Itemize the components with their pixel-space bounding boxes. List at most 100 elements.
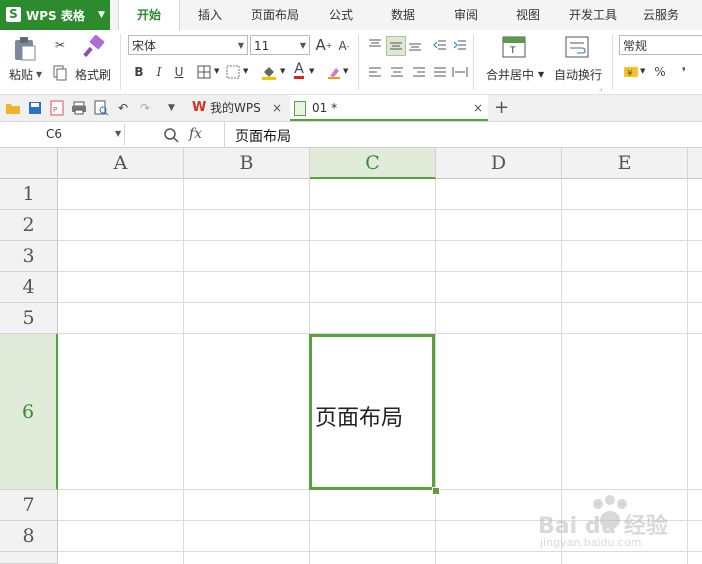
app-menu-button[interactable]: S WPS 表格 ▼ [0,0,110,30]
italic-button[interactable]: I [150,63,168,81]
tab-my-wps[interactable]: W 我的WPS × [186,95,291,121]
tab-developer[interactable]: 开发工具 [562,0,624,30]
row-header-1[interactable]: 1 [0,179,58,210]
ribbon-divider [358,34,359,90]
column-header-e[interactable]: E [562,148,688,179]
merge-center-icon[interactable]: T [502,36,526,60]
tab-view[interactable]: 视图 [505,0,551,30]
zoom-search-icon[interactable] [162,126,180,144]
new-tab-icon[interactable]: + [494,96,509,120]
fill-pattern-icon[interactable] [224,63,242,81]
chevron-down-icon[interactable]: ▼ [280,67,285,75]
decrease-font-icon[interactable]: A- [335,37,353,55]
tab-insert[interactable]: 插入 [187,0,233,30]
svg-text:T: T [509,46,516,56]
font-color-icon[interactable]: A [290,61,308,79]
save-icon[interactable] [26,99,44,117]
chevron-down-icon[interactable]: ▼ [538,70,544,79]
row-header-5[interactable]: 5 [0,303,58,334]
tab-cloud-services[interactable]: 云服务 [636,0,686,30]
cut-icon[interactable]: ✂ [51,36,69,54]
chevron-down-icon[interactable]: ▼ [640,67,645,75]
tab-page-layout[interactable]: 页面布局 [244,0,306,30]
tab-home[interactable]: 开始 [118,0,180,31]
row-header-6[interactable]: 6 [0,334,58,490]
name-box[interactable]: C6 ▼ [0,124,125,145]
row-header-3[interactable]: 3 [0,241,58,272]
increase-font-icon[interactable]: A + [315,36,333,54]
row-header-4[interactable]: 4 [0,272,58,303]
number-format-select[interactable]: 常规 [619,35,702,55]
align-bottom-icon[interactable] [406,36,424,54]
chevron-down-icon[interactable]: ▼ [309,67,314,75]
chevron-down-icon[interactable]: ▼ [36,70,42,79]
print-preview-icon[interactable] [92,99,110,117]
currency-format-icon[interactable]: ¥ [622,63,640,81]
align-left-icon[interactable] [366,63,384,81]
chevron-down-icon: ▼ [237,41,244,50]
close-icon[interactable]: × [473,95,483,121]
decrease-indent-icon[interactable] [431,36,449,54]
font-name-select[interactable]: 宋体 ▼ [128,35,248,55]
tab-data[interactable]: 数据 [380,0,426,30]
paste-icon[interactable] [12,36,38,62]
fill-color-icon[interactable] [260,63,278,81]
grid-line [183,179,184,564]
doc-tab-label: 我的WPS [210,101,261,115]
align-middle-icon[interactable] [386,36,406,56]
chevron-down-icon[interactable]: ▼ [168,103,175,113]
chevron-down-icon[interactable]: ▼ [343,67,348,75]
underline-button[interactable]: U [170,63,188,81]
format-painter-button[interactable]: 格式刷 [75,66,111,83]
wrap-text-button[interactable]: 自动换行 [554,66,602,83]
tab-document-01[interactable]: 01 * × [290,95,488,121]
align-center-icon[interactable] [388,63,406,81]
number-format-value: 常规 [623,39,648,53]
fill-handle[interactable] [432,487,440,495]
comma-style-button[interactable]: ❜ [675,63,693,81]
justify-icon[interactable] [431,63,449,81]
clear-format-icon[interactable] [325,63,343,81]
align-top-icon[interactable] [366,36,384,54]
chevron-down-icon[interactable]: ▼ [243,67,248,75]
percent-button[interactable]: % [651,63,669,81]
print-icon[interactable] [70,99,88,117]
increase-indent-icon[interactable] [451,36,469,54]
grid-line [58,271,702,272]
column-header-a[interactable]: A [58,148,184,179]
paste-button[interactable]: 粘贴 [9,66,33,83]
row-header-2[interactable]: 2 [0,210,58,241]
wrap-text-icon[interactable] [565,36,589,60]
column-header-f[interactable] [688,148,702,179]
merge-center-button[interactable]: 合并居中 [486,66,534,83]
redo-icon[interactable]: ↷ [136,99,154,117]
export-pdf-icon[interactable]: P [48,99,66,117]
select-all-corner[interactable] [0,148,58,179]
format-painter-icon[interactable] [82,34,106,59]
font-size-select[interactable]: 11 ▼ [250,35,310,55]
border-icon[interactable] [195,63,213,81]
column-header-c[interactable]: C [310,148,436,179]
dialog-launcher-icon[interactable]: ⌟ [599,84,602,92]
insert-function-button[interactable]: fx [189,126,202,142]
close-icon[interactable]: × [272,95,282,121]
open-folder-icon[interactable] [4,99,22,117]
align-right-icon[interactable] [410,63,428,81]
column-header-d[interactable]: D [436,148,562,179]
tab-review[interactable]: 审阅 [443,0,489,30]
column-header-b[interactable]: B [184,148,310,179]
row-header-9[interactable] [0,552,58,564]
formula-input[interactable]: 页面布局 [224,122,702,147]
tab-formulas[interactable]: 公式 [318,0,364,30]
distributed-align-icon[interactable] [451,63,469,81]
cell-value: 页面布局 [315,406,404,431]
copy-icon[interactable] [51,64,69,82]
bold-button[interactable]: B [130,63,148,81]
selected-cell-c6[interactable]: 页面布局 [309,334,435,490]
sheet-doc-icon [294,101,306,116]
chevron-down-icon[interactable]: ▼ [214,67,219,75]
undo-icon[interactable]: ↶ [114,99,132,117]
svg-text:¥: ¥ [627,69,633,79]
row-header-8[interactable]: 8 [0,521,58,552]
row-header-7[interactable]: 7 [0,490,58,521]
